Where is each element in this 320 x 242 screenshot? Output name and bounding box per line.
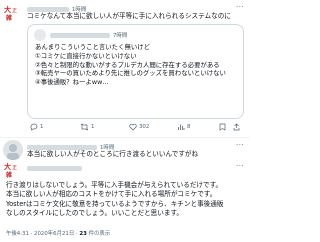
more-options-icon[interactable]: ··· (236, 162, 244, 170)
views-label: 件の表示 (86, 231, 111, 237)
reply-button[interactable]: 1 (30, 123, 43, 131)
timestamp-text[interactable]: 午後4:31 · 2020年6月21日 · (6, 231, 79, 237)
quoted-line: ③転売ヤーの買いためより先に推しのグッズを買わないといけない (35, 69, 226, 78)
views-count: 23 (79, 231, 87, 237)
reply-icon (30, 123, 38, 131)
svg-text:大: 大 (4, 5, 11, 14)
bookmark-icon (219, 123, 226, 131)
quoted-meta: 7時間 (50, 31, 127, 39)
author-name-redacted[interactable] (27, 166, 82, 171)
reply1-text: コミケなんて本当に欲しい人が平等に手に入れられるシステムなのに (27, 12, 231, 20)
main-line: Yosterはコミケ文化に敬意を持っているようですから、キチンと事後通販 (6, 199, 224, 208)
reply2-text: 本当に欲しい人がそのところに行き渡るといいんですがね (27, 150, 199, 158)
retweet-icon (80, 123, 89, 131)
main-line: 本当に欲しい人が相応のコストをかけて手に入れる場所がコミケです。 (6, 190, 217, 199)
heart-icon (129, 123, 137, 131)
quoted-avatar (34, 29, 46, 41)
svg-text:大: 大 (4, 162, 11, 171)
more-options-icon[interactable]: ··· (236, 3, 244, 11)
reply-count: 1 (40, 124, 44, 130)
share-icon (233, 123, 240, 131)
action-bar: 1 1 302 8 (30, 123, 242, 133)
quoted-author-name-redacted (50, 33, 110, 38)
share-button[interactable] (233, 123, 240, 131)
avatar-image-icon: 大 正 雑 (3, 160, 23, 180)
bookmark-button[interactable] (219, 123, 226, 131)
analytics-icon (178, 124, 185, 130)
views-button[interactable]: 8 (177, 123, 190, 131)
svg-text:正: 正 (12, 8, 17, 14)
tweet-timestamp: 午後4:31 · 2020年6月21日 · 23 件の表示 (6, 229, 110, 237)
quoted-time: 7時間 (113, 33, 128, 39)
quoted-text: あんまりこういうこと言いたく無いけど ①コミケに直接行かないといけない ②色々と… (35, 43, 226, 87)
divider (0, 137, 250, 138)
main-line: 行き渡りはしないでしょう。平等に入手機会が与えられているだけです。 (6, 181, 223, 189)
retweet-button[interactable]: 1 (80, 123, 94, 131)
avatar-image-icon (3, 140, 23, 160)
quoted-line: ④事後通販？ねーよww… (35, 78, 109, 87)
quoted-line: ①コミケに直接行かないといけない (35, 51, 137, 60)
avatar[interactable]: 大 正 雑 (3, 3, 23, 23)
quoted-line: あんまりこういうこと言いたく無いけど (35, 43, 151, 51)
like-button[interactable]: 302 (129, 123, 149, 131)
main-line: なしのスタイルにしたのでしょう。いいことだと思います。 (6, 209, 183, 218)
svg-text:正: 正 (12, 165, 17, 171)
avatar[interactable] (3, 140, 23, 160)
svg-text:雑: 雑 (5, 171, 12, 179)
main-tweet-text: 行き渡りはしないでしょう。平等に入手機会が与えられているだけです。 本当に欲しい… (6, 181, 223, 219)
avatar[interactable]: 大 正 雑 (3, 160, 23, 180)
retweet-count: 1 (91, 124, 95, 130)
avatar-image-icon: 大 正 雑 (3, 3, 23, 23)
main-meta (27, 166, 85, 172)
view-count: 8 (187, 124, 191, 130)
like-count: 302 (139, 124, 150, 130)
svg-text:雑: 雑 (5, 14, 12, 22)
quoted-tweet[interactable]: 7時間 あんまりこういうこと言いたく無いけど ①コミケに直接行かないといけない … (27, 24, 244, 119)
more-options-icon[interactable]: ··· (236, 141, 244, 149)
